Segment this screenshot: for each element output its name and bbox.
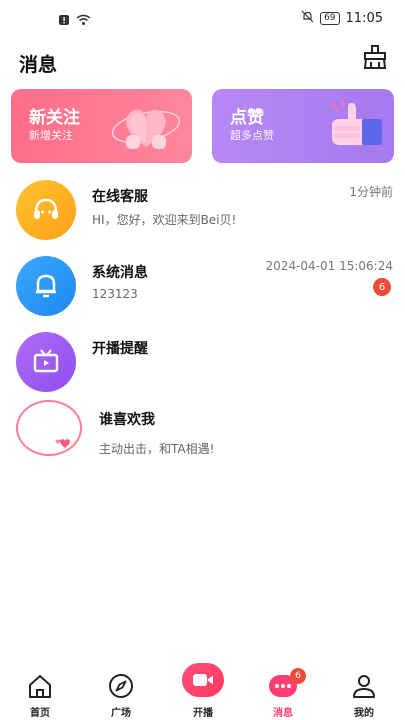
tab-messages-label: 消息 xyxy=(273,708,293,719)
thumbs-up-icon xyxy=(312,93,388,163)
new-follow-subtitle: 新增关注 xyxy=(29,129,73,142)
status-bar: 69 11:05 xyxy=(0,0,405,36)
tv-icon xyxy=(16,332,76,392)
tab-go-live[interactable]: 开播 xyxy=(173,660,233,720)
tab-home-label: 首页 xyxy=(30,708,50,719)
status-left xyxy=(58,11,91,30)
list-item-subtitle: HI，您好，欢迎来到Bei贝! xyxy=(92,213,237,227)
who-likes-title: 谁喜欢我 xyxy=(99,412,155,428)
list-item-title: 开播提醒 xyxy=(92,341,148,357)
status-time: 11:05 xyxy=(345,11,383,26)
quick-cards: 新关注 新增关注 点赞 超多点赞 xyxy=(11,89,394,163)
tab-me[interactable]: 我的 xyxy=(334,660,394,720)
page-title: 消息 xyxy=(19,54,58,76)
alert-icon xyxy=(58,11,70,30)
likes-title: 点赞 xyxy=(230,108,264,128)
battery-icon: 69 xyxy=(320,12,340,25)
bell-icon xyxy=(16,256,76,316)
list-item-online-service[interactable]: 在线客服 HI，您好，欢迎来到Bei贝! 1分钟前 xyxy=(0,172,405,248)
list-item-live-reminder[interactable]: 开播提醒 xyxy=(0,324,405,400)
headset-icon xyxy=(16,180,76,240)
tab-square[interactable]: 广场 xyxy=(91,660,151,720)
status-right: 69 11:05 xyxy=(301,10,383,27)
header: 消息 xyxy=(0,40,405,80)
wifi-icon xyxy=(76,11,91,30)
user-icon xyxy=(353,675,375,698)
who-likes-me-item[interactable]: 谁喜欢我 主动出击，和TA相遇! xyxy=(0,398,405,464)
new-follow-card[interactable]: 新关注 新增关注 xyxy=(11,89,192,163)
tab-messages[interactable]: 6 消息 xyxy=(253,660,313,720)
tab-go-live-label: 开播 xyxy=(193,708,213,719)
message-list: 在线客服 HI，您好，欢迎来到Bei贝! 1分钟前 系统消息 123123 20… xyxy=(0,172,405,400)
likes-card[interactable]: 点赞 超多点赞 xyxy=(212,89,394,163)
broom-icon[interactable] xyxy=(362,44,388,70)
messages-tab-badge: 6 xyxy=(290,668,306,684)
tab-square-label: 广场 xyxy=(111,708,131,719)
compass-icon xyxy=(109,674,133,698)
list-item-system-messages[interactable]: 系统消息 123123 2024-04-01 15:06:24 xyxy=(0,248,405,324)
list-item-time: 1分钟前 xyxy=(349,185,393,199)
home-icon xyxy=(29,675,51,698)
likes-subtitle: 超多点赞 xyxy=(230,129,274,142)
bottom-tab-bar: 首页 广场 开播 6 消息 我的 xyxy=(0,660,405,720)
who-likes-avatar xyxy=(16,400,82,456)
new-follow-title: 新关注 xyxy=(29,108,80,128)
mute-icon xyxy=(301,10,314,27)
unread-badge: 6 xyxy=(373,278,391,296)
who-likes-subtitle: 主动出击，和TA相遇! xyxy=(99,442,215,456)
list-item-title: 在线客服 xyxy=(92,189,148,205)
tab-me-label: 我的 xyxy=(354,708,374,719)
heart-hands-icon xyxy=(104,93,186,163)
list-item-title: 系统消息 xyxy=(92,265,148,281)
video-camera-icon xyxy=(182,663,224,697)
list-item-subtitle: 123123 xyxy=(92,287,138,301)
tab-home[interactable]: 首页 xyxy=(10,660,70,720)
list-item-time: 2024-04-01 15:06:24 xyxy=(265,259,393,273)
